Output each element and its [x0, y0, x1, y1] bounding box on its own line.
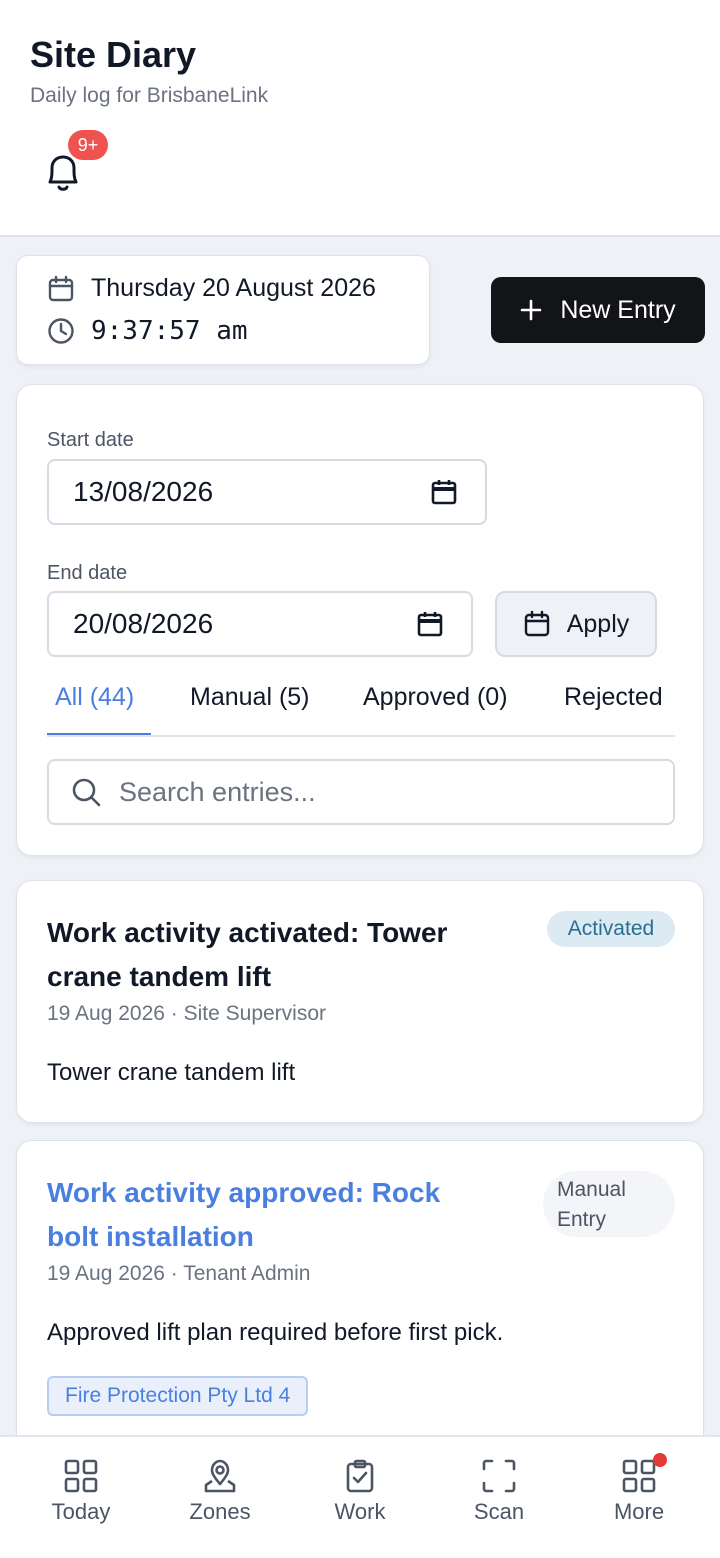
calendar-icon[interactable] — [431, 479, 457, 505]
start-date-value: 13/08/2026 — [73, 476, 214, 507]
grid-icon — [64, 1459, 98, 1493]
search-placeholder: Search entries... — [119, 776, 316, 807]
clipboard-check-icon — [346, 1459, 374, 1493]
end-date-input[interactable]: 20/08/2026 — [47, 591, 473, 657]
nav-item-today[interactable]: Today — [21, 1459, 141, 1525]
source-badge-line2: Entry — [557, 1208, 607, 1231]
bottom-navigation: Today Zones Work Scan More — [0, 1435, 720, 1558]
nav-item-zones[interactable]: Zones — [160, 1459, 280, 1525]
status-badge: Activated — [547, 911, 675, 947]
map-pin-icon — [204, 1459, 236, 1493]
scan-icon — [482, 1459, 516, 1493]
nav-label: More — [613, 1499, 665, 1524]
apply-label: Apply — [566, 609, 630, 638]
nav-label: Zones — [189, 1499, 251, 1524]
apply-button[interactable]: Apply — [495, 591, 657, 657]
entry-filter-tabs: All (44) Manual (5) Approved (0) Rejecte… — [47, 679, 675, 737]
start-date-input[interactable]: 13/08/2026 — [47, 459, 487, 525]
end-date-value: 20/08/2026 — [73, 608, 214, 639]
tab-approved[interactable]: Approved (0) — [363, 683, 508, 712]
diary-entry-card[interactable]: Work activity activated: Tower crane tan… — [16, 880, 704, 1123]
tab-rejected[interactable]: Rejected — [564, 683, 663, 712]
clock-icon — [48, 318, 74, 344]
nav-item-scan[interactable]: Scan — [439, 1459, 559, 1525]
search-icon — [72, 778, 101, 807]
entry-description: Tower crane tandem lift — [47, 1059, 296, 1086]
current-date: Thursday 20 August 2026 — [91, 274, 376, 302]
grid-icon — [622, 1459, 656, 1493]
nav-label: Work — [334, 1499, 386, 1524]
new-entry-label: New Entry — [560, 295, 676, 324]
entry-description: Approved lift plan required before first… — [47, 1319, 504, 1346]
tab-all[interactable]: All (44) — [55, 683, 134, 712]
source-badge: Manual Entry — [543, 1171, 675, 1237]
diary-entry-card[interactable]: Work activity approved: Rock bolt instal… — [16, 1140, 704, 1460]
notification-dot — [653, 1453, 667, 1467]
tab-manual[interactable]: Manual (5) — [190, 683, 310, 712]
notification-count-badge: 9+ — [68, 130, 108, 160]
nav-label: Today — [51, 1499, 111, 1524]
entry-meta: 19 Aug 2026 · Tenant Admin — [47, 1262, 311, 1285]
calendar-icon — [48, 275, 74, 301]
entry-title-link[interactable]: Work activity approved: Rock bolt instal… — [47, 1171, 487, 1259]
new-entry-button[interactable]: New Entry — [491, 277, 705, 343]
nav-item-work[interactable]: Work — [300, 1459, 420, 1525]
nav-label: Scan — [473, 1499, 525, 1524]
active-tab-indicator — [47, 733, 151, 735]
page-title: Site Diary — [30, 34, 197, 75]
filter-panel: Start date 13/08/2026 End date 20/08/202… — [16, 384, 704, 856]
contractor-tag[interactable]: Fire Protection Pty Ltd 4 — [47, 1376, 309, 1416]
calendar-icon — [524, 610, 549, 637]
start-date-label: Start date — [47, 429, 134, 451]
source-badge-line1: Manual — [557, 1178, 626, 1201]
plus-icon — [521, 299, 542, 321]
current-datetime-card: Thursday 20 August 2026 9:37:57 am — [16, 255, 430, 365]
app-header: Site Diary Daily log for BrisbaneLink 9+ — [0, 0, 720, 237]
entry-meta: 19 Aug 2026 · Site Supervisor — [47, 1002, 327, 1025]
nav-item-more[interactable]: More — [579, 1453, 699, 1525]
end-date-label: End date — [47, 562, 128, 584]
current-time: 9:37:57 am — [91, 316, 248, 346]
search-input[interactable]: Search entries... — [47, 759, 675, 825]
page-subtitle: Daily log for BrisbaneLink — [30, 84, 269, 107]
entry-title: Work activity activated: Tower crane tan… — [47, 917, 448, 992]
calendar-icon[interactable] — [417, 611, 443, 637]
